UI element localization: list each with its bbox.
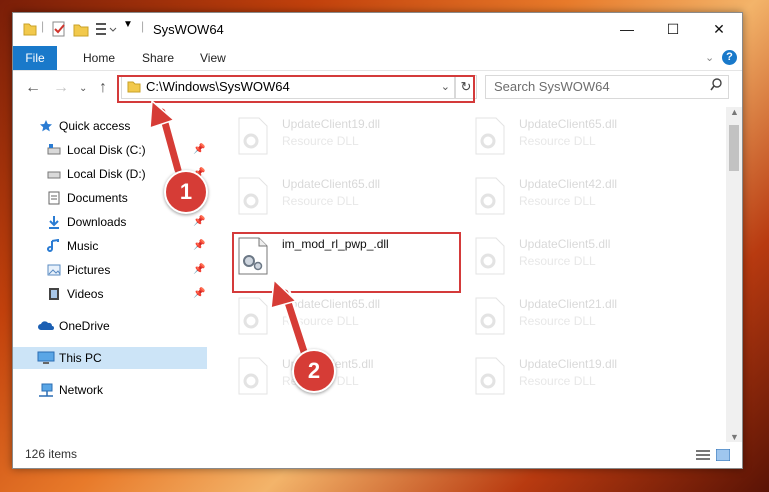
step-1-badge: 1 <box>164 170 208 214</box>
step-2-badge: 2 <box>292 349 336 393</box>
annotation-arrows <box>149 99 312 364</box>
